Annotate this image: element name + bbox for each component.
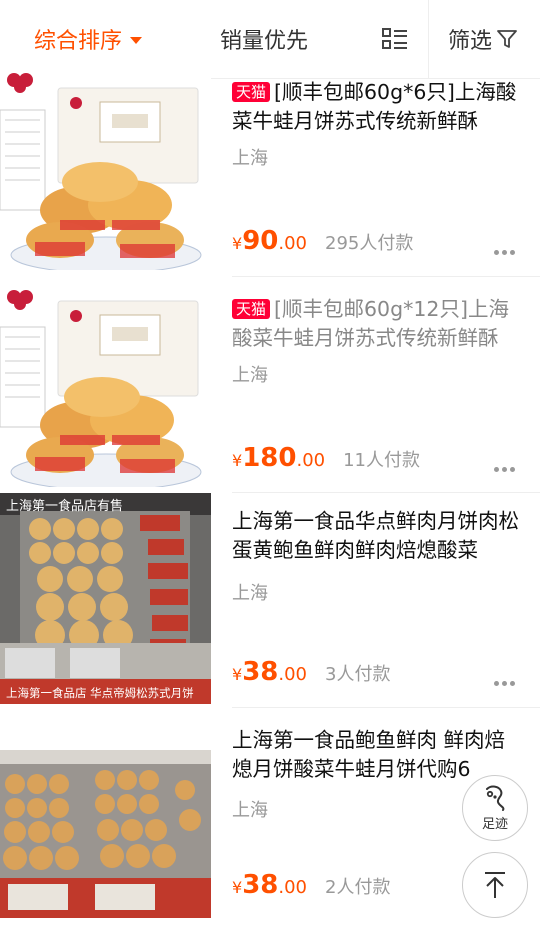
product-card[interactable]: 上海第一食品店有售 上海第一食品店 华点帝姆松苏式月饼 上海第一食品华点鲜肉月饼…	[0, 493, 540, 708]
product-price: ¥38.00	[232, 657, 307, 687]
arrow-up-to-top-icon	[485, 872, 505, 898]
price-integer: 38	[242, 870, 279, 900]
divider	[232, 276, 540, 277]
product-card[interactable]: 天猫 [顺丰包邮60g*12只]上海酸菜牛蛙月饼苏式传统新鲜酥 上海 ¥180.0…	[0, 287, 540, 493]
price-row: ¥38.00 3人付款	[232, 657, 524, 697]
more-options-icon[interactable]	[492, 671, 516, 690]
product-image[interactable]	[0, 287, 211, 487]
currency-symbol: ¥	[232, 451, 243, 470]
buyer-count: 295人付款	[325, 233, 414, 254]
product-info: 天猫 [顺丰包邮60g*6只]上海酸菜牛蛙月饼苏式传统新鲜酥 上海 ¥90.00 …	[232, 70, 524, 256]
product-info: 上海第一食品华点鲜肉月饼肉松蛋黄鲍鱼鲜肉鲜肉焙熄酸菜 上海 ¥38.00 3人付…	[232, 493, 524, 687]
product-price: ¥180.00	[232, 443, 325, 473]
product-image[interactable]	[0, 750, 211, 918]
price-row: ¥90.00 295人付款	[232, 226, 524, 266]
currency-symbol: ¥	[232, 878, 243, 897]
store-display-image: 上海第一食品店有售 上海第一食品店 华点帝姆松苏式月饼	[0, 493, 211, 704]
sales-priority-tab[interactable]: 销量优先	[220, 0, 308, 78]
product-price: ¥90.00	[232, 226, 307, 256]
price-decimal: .00	[296, 450, 326, 471]
footprint-icon	[486, 785, 505, 811]
product-title-text: [顺丰包邮60g*12只]上海酸菜牛蛙月饼苏式传统新鲜酥	[232, 297, 509, 350]
list-layout-icon	[382, 28, 407, 49]
image-top-caption: 上海第一食品店有售	[6, 498, 123, 514]
back-to-top-button[interactable]	[462, 852, 528, 918]
toolbar-separator	[428, 0, 429, 78]
more-options-icon[interactable]	[492, 240, 516, 259]
tmall-badge: 天猫	[232, 82, 271, 102]
product-title[interactable]: 天猫 [顺丰包邮60g*12只]上海酸菜牛蛙月饼苏式传统新鲜酥	[232, 295, 524, 353]
sort-dropdown[interactable]: 综合排序	[34, 0, 143, 78]
product-title-text: [顺丰包邮60g*6只]上海酸菜牛蛙月饼苏式传统新鲜酥	[232, 80, 517, 133]
product-location: 上海	[232, 583, 268, 604]
mooncake-box-image	[0, 287, 211, 487]
product-location: 上海	[232, 365, 268, 386]
image-bottom-caption: 上海第一食品店 华点帝姆松苏式月饼	[6, 686, 194, 700]
layout-toggle-button[interactable]	[380, 0, 410, 78]
buyer-count: 11人付款	[343, 450, 421, 471]
price-row: ¥180.00 11人付款	[232, 443, 524, 483]
filter-button[interactable]: 筛选	[448, 0, 518, 78]
more-options-icon[interactable]	[492, 457, 516, 476]
sort-label: 综合排序	[34, 29, 123, 54]
mooncake-box-image	[0, 70, 211, 270]
funnel-icon	[497, 30, 517, 48]
tmall-badge: 天猫	[232, 299, 271, 319]
product-info: 天猫 [顺丰包邮60g*12只]上海酸菜牛蛙月饼苏式传统新鲜酥 上海 ¥180.0…	[232, 287, 524, 473]
currency-symbol: ¥	[232, 665, 243, 684]
price-decimal: .00	[278, 233, 308, 254]
price-decimal: .00	[278, 877, 308, 898]
product-image[interactable]: 上海第一食品店有售 上海第一食品店 华点帝姆松苏式月饼	[0, 493, 211, 704]
price-decimal: .00	[278, 664, 308, 685]
sort-filter-bar: 综合排序 销量优先 筛选	[0, 0, 540, 79]
product-card[interactable]: 上海第一食品鲍鱼鲜肉 鲜肉焙熄月饼酸菜牛蛙月饼代购6 上海 ¥38.00 2人付…	[0, 710, 540, 930]
currency-symbol: ¥	[232, 234, 243, 253]
price-integer: 38	[242, 657, 279, 687]
product-card[interactable]: 天猫 [顺丰包邮60g*6只]上海酸菜牛蛙月饼苏式传统新鲜酥 上海 ¥90.00 …	[0, 70, 540, 277]
product-title[interactable]: 上海第一食品华点鲜肉月饼肉松蛋黄鲍鱼鲜肉鲜肉焙熄酸菜	[232, 507, 524, 565]
product-title[interactable]: 天猫 [顺丰包邮60g*6只]上海酸菜牛蛙月饼苏式传统新鲜酥	[232, 78, 524, 136]
product-image[interactable]	[0, 70, 211, 270]
bakery-tray-image	[0, 750, 211, 918]
caret-down-icon	[130, 36, 143, 44]
divider	[232, 707, 540, 708]
product-title[interactable]: 上海第一食品鲍鱼鲜肉 鲜肉焙熄月饼酸菜牛蛙月饼代购6	[232, 726, 524, 784]
buyer-count: 2人付款	[325, 877, 391, 898]
footprint-label: 足迹	[481, 816, 508, 832]
footprint-button[interactable]: 足迹	[462, 775, 528, 841]
sales-label: 销量优先	[220, 29, 309, 54]
buyer-count: 3人付款	[325, 664, 391, 685]
product-price: ¥38.00	[232, 870, 307, 900]
price-integer: 90	[242, 226, 279, 256]
filter-label: 筛选	[448, 29, 493, 54]
price-integer: 180	[242, 443, 297, 473]
product-location: 上海	[232, 148, 268, 169]
